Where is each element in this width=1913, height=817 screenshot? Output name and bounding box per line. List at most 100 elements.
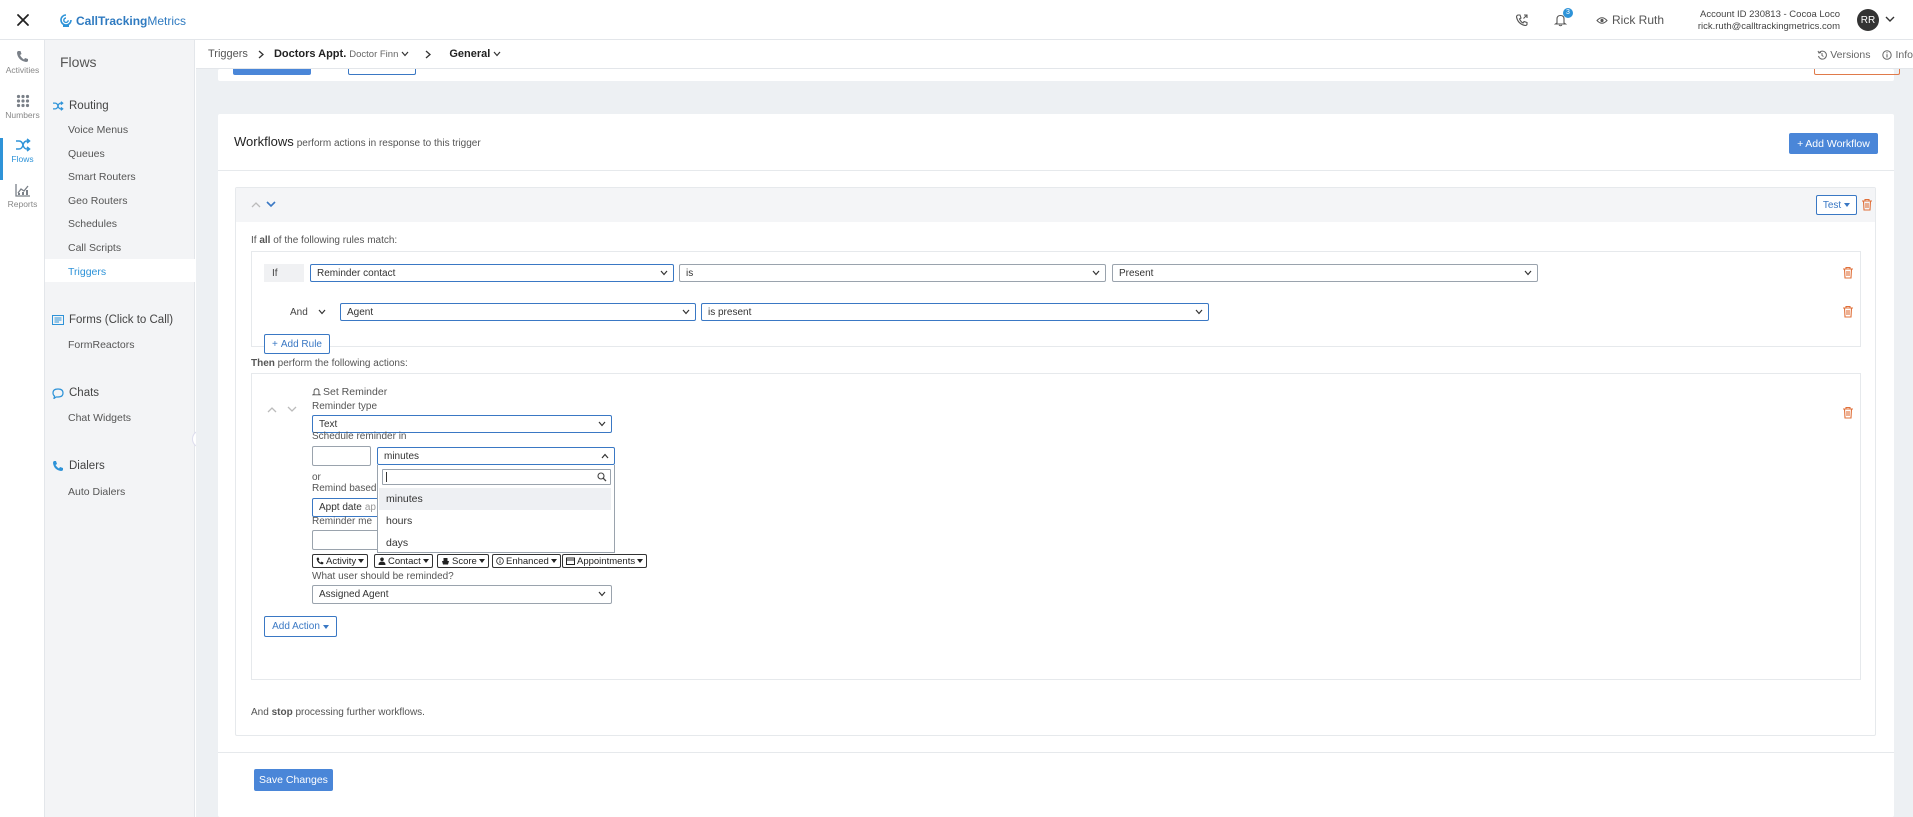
token-label: Enhanced — [506, 555, 549, 567]
cut-off-danger-button[interactable] — [1814, 69, 1900, 75]
logo-icon — [60, 14, 72, 28]
token-activity-button[interactable]: Activity — [312, 554, 369, 568]
add-rule-button[interactable]: + Add Rule — [264, 334, 330, 354]
schedule-unit-dropdown: minutes hours days — [377, 465, 615, 553]
chevron-down-icon[interactable] — [1885, 15, 1895, 23]
remind-based-label: Remind based — [312, 483, 377, 494]
account-line: Account ID 230813 - Cocoa Loco — [1700, 9, 1840, 20]
delete-rule-icon[interactable] — [1842, 266, 1854, 279]
actions-box: Set Reminder Reminder type Text Schedule… — [251, 373, 1861, 680]
form-icon — [52, 315, 64, 325]
schedule-amount-input[interactable] — [312, 446, 371, 466]
sidebar-section-routing[interactable]: Routing — [52, 100, 109, 112]
sidebar-item-call-scripts[interactable]: Call Scripts — [68, 242, 121, 254]
move-up-icon[interactable] — [251, 201, 261, 208]
save-changes-button[interactable]: Save Changes — [254, 769, 333, 791]
phone-status-icon[interactable] — [1515, 0, 1529, 40]
schedule-label: Schedule reminder in — [312, 431, 407, 442]
rail-flows[interactable]: Flows — [0, 138, 45, 180]
chevron-down-icon — [1092, 270, 1100, 276]
chevron-right-icon — [425, 50, 432, 59]
app-rail: Activities Numbers Flows Reports — [0, 40, 45, 817]
delete-workflow-icon[interactable] — [1861, 198, 1873, 211]
action-move-down-icon[interactable] — [287, 406, 297, 413]
reminder-message-input[interactable] — [312, 530, 382, 550]
remind-user-select[interactable]: Assigned Agent — [312, 585, 612, 604]
caret-down-icon — [637, 559, 644, 563]
cut-off-outline-button[interactable] — [348, 69, 416, 75]
move-down-icon[interactable] — [266, 201, 276, 208]
remind-user-value: Assigned Agent — [319, 589, 389, 600]
sidebar-item-triggers[interactable]: Triggers — [68, 266, 106, 278]
delete-rule-icon[interactable] — [1842, 305, 1854, 318]
avatar[interactable]: RR — [1857, 9, 1879, 31]
token-label: Contact — [388, 555, 421, 567]
caret-down-icon — [1844, 203, 1851, 207]
dropdown-search-input[interactable] — [382, 469, 611, 485]
breadcrumb-trigger-select[interactable]: Doctors Appt. Doctor Finn — [274, 48, 409, 60]
sidebar-item-auto-dialers[interactable]: Auto Dialers — [68, 486, 125, 498]
rail-activities[interactable]: Activities — [0, 49, 45, 91]
test-button[interactable]: Test — [1816, 195, 1857, 215]
chevron-down-icon — [660, 270, 668, 276]
action-move-up-icon[interactable] — [267, 406, 277, 413]
sidebar-item-chat-widgets[interactable]: Chat Widgets — [68, 412, 131, 424]
previous-panel — [218, 69, 1900, 81]
token-score-button[interactable]: Score — [437, 554, 489, 568]
rule2-field-select[interactable]: Agent — [340, 303, 696, 321]
user-menu[interactable]: Rick Ruth — [1596, 0, 1664, 40]
history-icon — [1817, 50, 1828, 60]
breadcrumb-actions: Versions Info — [1817, 40, 1913, 69]
sidebar-section-chats[interactable]: Chats — [52, 387, 99, 399]
rule1-operator-select[interactable]: is — [679, 264, 1106, 282]
token-contact-button[interactable]: Contact — [374, 554, 433, 568]
schedule-unit-select[interactable]: minutes — [377, 447, 615, 465]
sidebar-item-voice-menus[interactable]: Voice Menus — [68, 124, 128, 136]
rail-numbers[interactable]: Numbers — [0, 94, 45, 136]
rule1-field-select[interactable]: Reminder contact — [310, 264, 674, 282]
rail-flows-label: Flows — [11, 154, 34, 164]
appt-date-value: Appt date — [319, 502, 362, 513]
chevron-right-icon — [258, 50, 264, 59]
sidebar-item-formreactors[interactable]: FormReactors — [68, 339, 135, 351]
sidebar-section-dialers[interactable]: Dialers — [52, 460, 105, 472]
notifications-button[interactable]: 3 — [1554, 0, 1573, 40]
rule2-operator-select[interactable]: is present — [701, 303, 1209, 321]
token-enhanced-button[interactable]: Enhanced — [492, 554, 561, 568]
cut-off-button[interactable] — [233, 69, 311, 75]
token-label: Score — [452, 555, 477, 567]
delete-action-icon[interactable] — [1842, 406, 1854, 419]
rule2-prefix-select[interactable]: And — [290, 303, 332, 321]
token-appointments-button[interactable]: Appointments — [562, 554, 648, 568]
close-icon[interactable] — [12, 9, 34, 31]
logo[interactable]: CallTrackingMetrics — [60, 12, 186, 30]
versions-link[interactable]: Versions — [1817, 49, 1870, 61]
sidebar-item-geo-routers[interactable]: Geo Routers — [68, 195, 128, 207]
score-icon — [441, 557, 450, 565]
add-workflow-button[interactable]: + Add Workflow — [1789, 133, 1878, 154]
sidebar-section-forms[interactable]: Forms (Click to Call) — [52, 314, 173, 326]
sidebar-item-smart-routers[interactable]: Smart Routers — [68, 171, 136, 183]
divider — [218, 170, 1894, 171]
caret-down-icon — [322, 624, 329, 629]
bell-icon — [312, 387, 321, 397]
breadcrumb-section-select[interactable]: General — [449, 48, 501, 60]
rail-numbers-label: Numbers — [5, 110, 40, 120]
text-cursor — [386, 472, 387, 482]
sidebar-item-schedules[interactable]: Schedules — [68, 218, 117, 230]
dropdown-option-days[interactable]: days — [379, 532, 611, 554]
dropdown-option-hours[interactable]: hours — [379, 510, 611, 532]
rule1-value-select[interactable]: Present — [1112, 264, 1538, 282]
rail-reports[interactable]: Reports — [0, 183, 45, 225]
grid-icon — [16, 94, 30, 108]
dropdown-option-minutes[interactable]: minutes — [379, 488, 611, 510]
remind-user-label: What user should be reminded? — [312, 571, 454, 582]
reminder-type-value: Text — [319, 418, 338, 430]
breadcrumb-triggers[interactable]: Triggers — [208, 48, 248, 60]
workflow-card: Test If all of the following rules match… — [235, 187, 1876, 736]
add-action-button[interactable]: Add Action — [264, 616, 337, 637]
workflow-card-header — [236, 188, 1875, 222]
logo-text: CallTrackingMetrics — [76, 14, 187, 28]
sidebar-item-queues[interactable]: Queues — [68, 148, 105, 160]
info-link[interactable]: Info — [1882, 49, 1913, 61]
